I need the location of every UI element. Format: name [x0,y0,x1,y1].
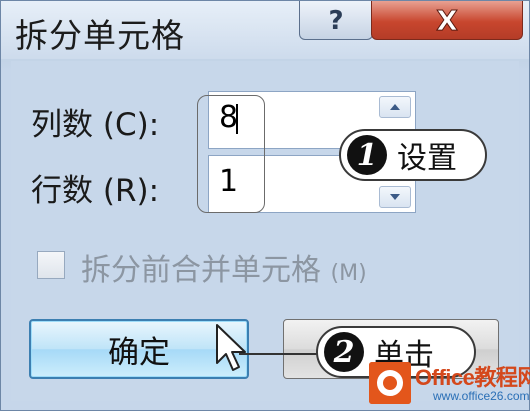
close-button[interactable]: X [371,1,523,40]
spin-down-icon[interactable] [379,186,411,208]
callout-leader-line [239,353,319,355]
step-2-badge: 2 [324,332,364,372]
merge-before-split-label: 拆分前合并单元格 (M) [81,253,367,288]
rows-label: 行数 (R): [31,173,160,209]
watermark-url: www.office26.com [433,389,530,403]
site-watermark: Office教程网 www.office26.com [369,358,530,408]
spin-up-icon[interactable] [379,96,411,118]
mouse-cursor-icon [215,323,249,377]
split-cells-dialog: 拆分单元格 ? X 列数 (C): 8 行数 (R): 1 1 设置 拆分前合并… [0,0,530,411]
dialog-body: 列数 (C): 8 行数 (R): 1 1 设置 拆分前合并单元格 (M) 确定… [11,61,519,401]
svg-text:X: X [436,5,458,35]
step-1-badge: 1 [347,135,387,175]
dialog-title: 拆分单元格 [15,16,185,55]
close-icon: X [430,5,464,35]
watermark-brand: Office教程网 [415,365,530,390]
columns-label: 列数 (C): [31,107,160,143]
callout-set-text: 设置 [397,141,457,176]
title-bar: 拆分单元格 ? X [1,1,529,59]
help-icon: ? [321,5,351,35]
help-button[interactable]: ? [299,1,373,40]
office-logo-icon [369,362,411,404]
value-highlight [197,95,265,213]
svg-text:?: ? [328,6,343,35]
callout-set: 1 设置 [339,129,487,181]
merge-before-split-checkbox[interactable] [37,251,65,279]
